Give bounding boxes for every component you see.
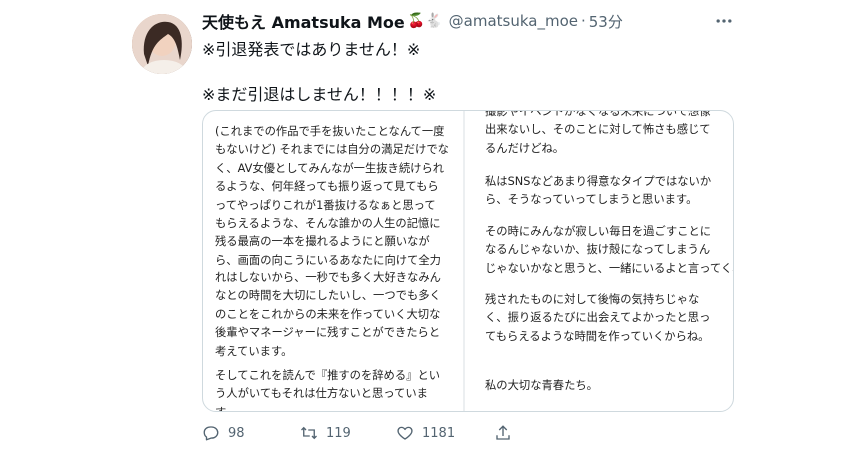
- media-image-right[interactable]: 撮影やイベントがなくなる未来について想像 出来ないし、そのことに対して怖さも感じ…: [465, 111, 733, 411]
- image-text-paragraph: (これまでの作品で手を抜いたことなんて一度 もないけど) それまでには自分の満足…: [215, 125, 449, 267]
- separator-dot: ·: [580, 12, 586, 30]
- tweet-text-line-2: ※まだ引退はしません！！！！※: [202, 85, 437, 104]
- image-text-paragraph: れはしないから、一秒でも多く大好きなみん なとの時間を大切にしたいし、一つでも多…: [215, 271, 441, 358]
- retweet-icon: [301, 426, 317, 440]
- share-icon: [496, 425, 510, 440]
- image-text-paragraph: 残されたものに対して後悔の気持ちじゃな く、振り返るたびに出会えてよかったと思っ…: [485, 293, 711, 343]
- more-icon[interactable]: [713, 10, 735, 32]
- author-emoji: 🍒🐇: [407, 13, 443, 29]
- like-icon: [397, 426, 413, 440]
- share-button[interactable]: [494, 420, 520, 446]
- image-text-paragraph: 撮影やイベントがなくなる未来について想像 出来ないし、そのことに対して怖さも感じ…: [485, 111, 711, 155]
- like-button[interactable]: 1181: [396, 420, 455, 446]
- media-image-left[interactable]: (これまでの作品で手を抜いたことなんて一度 もないけど) それまでには自分の満足…: [203, 111, 463, 411]
- reply-count: 98: [228, 425, 245, 441]
- retweet-count: 119: [326, 425, 351, 441]
- tweet-timestamp[interactable]: 53分: [589, 11, 623, 32]
- tweet-actions: 98 119 1181: [202, 420, 512, 446]
- tweet-card[interactable]: 天使もえ Amatsuka Moe 🍒🐇 @amatsuka_moe · 53分…: [0, 0, 850, 450]
- author-handle[interactable]: @amatsuka_moe: [449, 12, 578, 30]
- image-text-paragraph: その時にみんなが寂しい毎日を過ごすことに なるんじゃないか、抜け殻になってしまう…: [485, 225, 733, 275]
- tweet-text-line-1: ※引退発表ではありません！※: [202, 40, 421, 59]
- retweet-button[interactable]: 119: [300, 420, 351, 446]
- reply-button[interactable]: 98: [202, 420, 245, 446]
- like-count: 1181: [422, 425, 456, 441]
- author-name[interactable]: 天使もえ Amatsuka Moe: [202, 9, 405, 33]
- image-text-paragraph: 私はSNSなどあまり得意なタイプではないか ら、そうなっていってしまうと思います…: [485, 175, 712, 207]
- avatar[interactable]: [132, 14, 192, 74]
- image-text-paragraph: そしてこれを読んで『推すのを辞める』とい う人がいてもそれは仕方ないと思っていま…: [215, 369, 441, 411]
- tweet-media[interactable]: (これまでの作品で手を抜いたことなんて一度 もないけど) それまでには自分の満足…: [202, 110, 734, 412]
- reply-icon: [203, 426, 219, 441]
- tweet-header: 天使もえ Amatsuka Moe 🍒🐇 @amatsuka_moe · 53分: [202, 10, 623, 32]
- image-text-paragraph: 私の大切な青春たち。: [485, 379, 598, 392]
